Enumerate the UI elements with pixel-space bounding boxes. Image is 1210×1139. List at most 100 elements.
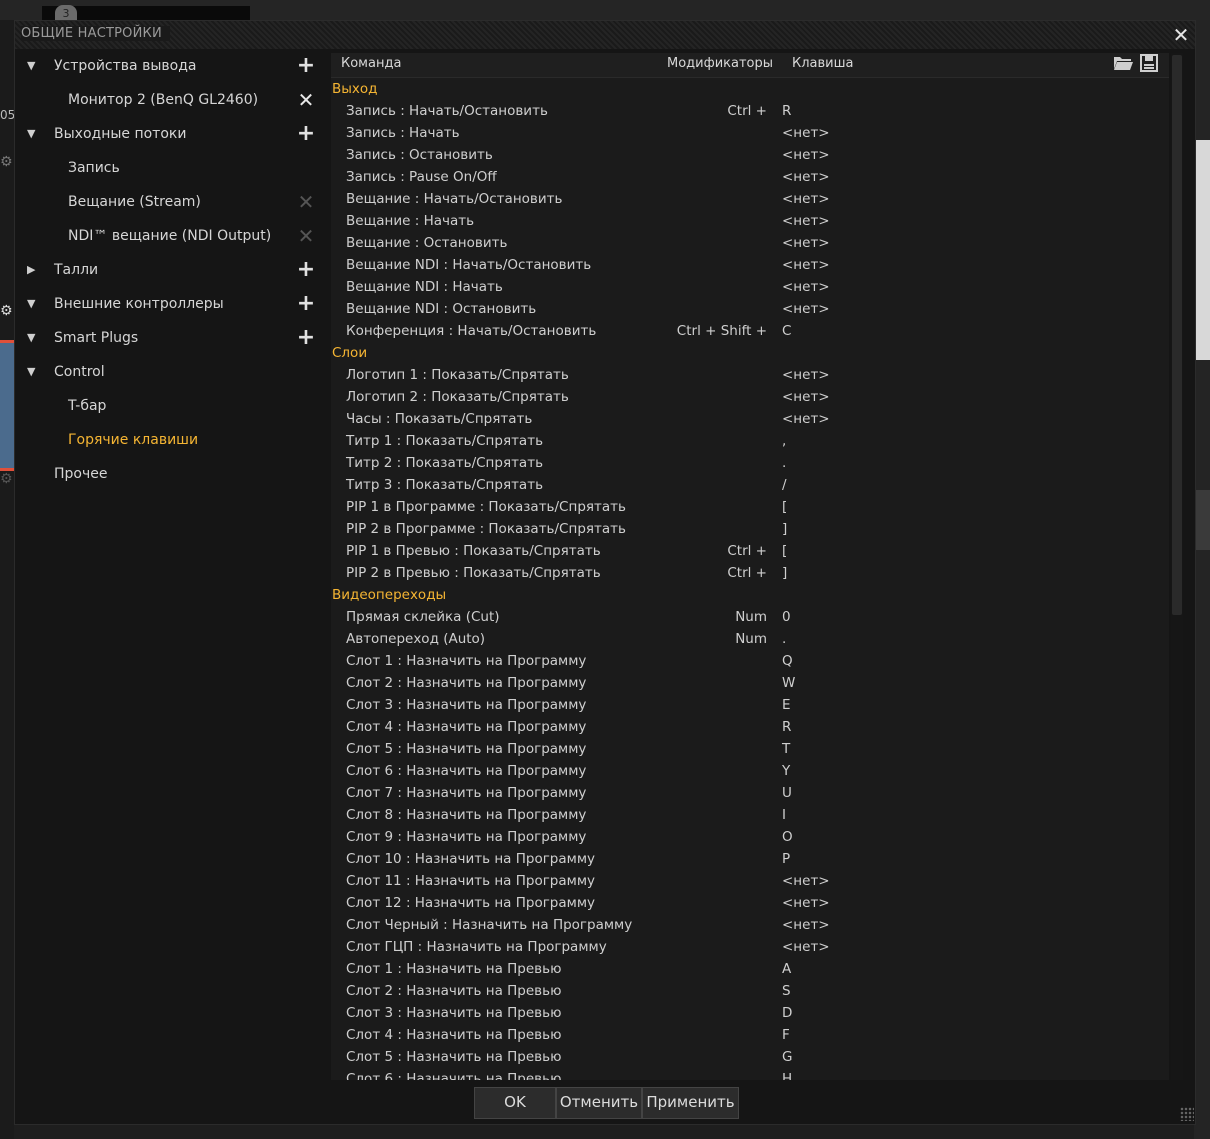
vertical-scrollbar[interactable] (1171, 53, 1183, 1080)
cancel-button[interactable]: Отменить (556, 1087, 642, 1119)
key-cell: <нет> (782, 235, 830, 251)
sidebar-item[interactable]: ▼ Устройства вывода + (15, 51, 331, 81)
table-row[interactable]: Слот 5 : Назначить на Превью G (331, 1046, 1169, 1068)
table-row[interactable]: Запись : Остановить <нет> (331, 144, 1169, 166)
sidebar-item[interactable]: Прочее (15, 459, 331, 489)
table-row[interactable]: PIP 1 в Превью : Показать/Спрятать Ctrl +… (331, 540, 1169, 562)
table-row[interactable]: Слот 3 : Назначить на Превью D (331, 1002, 1169, 1024)
table-row[interactable]: Вещание : Начать/Остановить <нет> (331, 188, 1169, 210)
table-row[interactable]: PIP 2 в Программе : Показать/Спрятать] (331, 518, 1169, 540)
header-command[interactable]: Команда (341, 56, 401, 71)
key-cell: R (782, 719, 792, 735)
sidebar-item-label: Устройства вывода (54, 58, 197, 74)
table-row[interactable]: Вещание : Начать <нет> (331, 210, 1169, 232)
key-cell: A (782, 961, 792, 977)
table-row[interactable]: Слот 10 : Назначить на Программу P (331, 848, 1169, 870)
table-row[interactable]: Титр 2 : Показать/Спрятать. (331, 452, 1169, 474)
table-row[interactable]: Слот 8 : Назначить на Программу I (331, 804, 1169, 826)
ok-button[interactable]: OK (474, 1087, 556, 1119)
plus-icon[interactable]: + (295, 55, 317, 77)
table-row[interactable]: Слот 2 : Назначить на Превью S (331, 980, 1169, 1002)
table-row[interactable]: Слот 1 : Назначить на Программу Q (331, 650, 1169, 672)
sidebar-item[interactable]: ▼ Control (15, 357, 331, 387)
command-cell: PIP 1 в Превью : Показать/Спрятать (346, 543, 601, 559)
sidebar-item[interactable]: ▼ Выходные потоки + (15, 119, 331, 149)
scrollbar-thumb[interactable] (1172, 55, 1182, 615)
table-row[interactable]: Логотип 1 : Показать/Спрятать <нет> (331, 364, 1169, 386)
table-row[interactable]: Вещание NDI : Начать/Остановить <нет> (331, 254, 1169, 276)
table-row[interactable]: Часы : Показать/Спрятать <нет> (331, 408, 1169, 430)
table-row[interactable]: Запись : Pause On/Off <нет> (331, 166, 1169, 188)
table-row[interactable]: Слот ГЦП : Назначить на Программу <нет> (331, 936, 1169, 958)
caret-down-icon[interactable]: ▼ (27, 289, 35, 319)
caret-right-icon[interactable]: ▶ (27, 255, 35, 285)
plus-icon[interactable]: + (295, 293, 317, 315)
table-row[interactable]: Вещание NDI : Начать <нет> (331, 276, 1169, 298)
key-cell: [ (782, 499, 788, 515)
sidebar-item[interactable]: NDI™ вещание (NDI Output) ✕ (15, 221, 331, 251)
table-row[interactable]: Слот 11 : Назначить на Программу <нет> (331, 870, 1169, 892)
table-row[interactable]: Слот 3 : Назначить на Программу E (331, 694, 1169, 716)
plus-icon[interactable]: + (295, 123, 317, 145)
sidebar-item[interactable]: Вещание (Stream) ✕ (15, 187, 331, 217)
table-row[interactable]: Титр 3 : Показать/Спрятать / (331, 474, 1169, 496)
background-image (1194, 140, 1210, 360)
table-row[interactable]: Слот 1 : Назначить на Превью A (331, 958, 1169, 980)
sidebar-item[interactable]: ▼ Внешние контроллеры + (15, 289, 331, 319)
table-row[interactable]: Слот 6 : Назначить на Превью H (331, 1068, 1169, 1080)
table-row[interactable]: Вещание : Остановить <нет> (331, 232, 1169, 254)
resize-grip-icon[interactable] (1180, 1107, 1194, 1121)
dialog-titlebar[interactable]: ОБЩИЕ НАСТРОЙКИ ✕ (15, 21, 1195, 49)
table-row[interactable]: Слот Черный : Назначить на Программу <нет… (331, 914, 1169, 936)
table-section-header[interactable]: Выход (331, 78, 1169, 100)
caret-down-icon[interactable]: ▼ (27, 51, 35, 81)
table-row[interactable]: Конференция : Начать/Остановить Ctrl + Sh… (331, 320, 1169, 342)
table-row[interactable]: Запись : Начать/Остановить Ctrl + R (331, 100, 1169, 122)
header-key[interactable]: Клавиша (792, 56, 853, 71)
sidebar-item[interactable]: Монитор 2 (BenQ GL2460) ✕ (15, 85, 331, 115)
header-modifiers[interactable]: Модификаторы (667, 56, 773, 71)
apply-button[interactable]: Применить (642, 1087, 739, 1119)
table-section-header[interactable]: Слои (331, 342, 1169, 364)
modifier-cell: Ctrl + (727, 103, 767, 119)
command-cell: Слот 11 : Назначить на Программу (346, 873, 596, 889)
folder-open-icon[interactable] (1112, 54, 1134, 76)
remove-icon[interactable]: ✕ (295, 225, 317, 247)
table-row[interactable]: Слот 4 : Назначить на Превью F (331, 1024, 1169, 1046)
table-row[interactable]: Слот 7 : Назначить на Программу U (331, 782, 1169, 804)
sidebar-item[interactable]: ▼ Smart Plugs + (15, 323, 331, 353)
caret-down-icon[interactable]: ▼ (27, 357, 35, 387)
key-cell: <нет> (782, 213, 830, 229)
table-row[interactable]: Слот 4 : Назначить на Программу R (331, 716, 1169, 738)
table-row[interactable]: Запись : Начать <нет> (331, 122, 1169, 144)
table-row[interactable]: Титр 1 : Показать/Спрятать, (331, 430, 1169, 452)
key-cell: <нет> (782, 257, 830, 273)
table-row[interactable]: Слот 9 : Назначить на Программу O (331, 826, 1169, 848)
remove-icon[interactable]: ✕ (295, 89, 317, 111)
table-row[interactable]: Прямая склейка (Cut) Num 0 (331, 606, 1169, 628)
sidebar-item[interactable]: T-бар (15, 391, 331, 421)
table-row[interactable]: Автопереход (Auto) Num. (331, 628, 1169, 650)
save-icon[interactable] (1140, 54, 1158, 76)
plus-icon[interactable]: + (295, 327, 317, 349)
table-row[interactable]: Слот 12 : Назначить на Программу <нет> (331, 892, 1169, 914)
table-row[interactable]: Слот 5 : Назначить на Программу T (331, 738, 1169, 760)
command-cell: Автопереход (Auto) (346, 631, 486, 647)
table-row[interactable]: PIP 2 в Превью : Показать/Спрятать Ctrl +… (331, 562, 1169, 584)
table-row[interactable]: Слот 6 : Назначить на Программу Y (331, 760, 1169, 782)
sidebar-item[interactable]: ▶ Талли + (15, 255, 331, 285)
caret-down-icon[interactable]: ▼ (27, 119, 35, 149)
table-row[interactable]: Слот 2 : Назначить на Программу W (331, 672, 1169, 694)
caret-down-icon[interactable]: ▼ (27, 323, 35, 353)
command-cell: PIP 2 в Программе : Показать/Спрятать (346, 521, 626, 537)
table-section-header[interactable]: Видеопереходы (331, 584, 1169, 606)
remove-icon[interactable]: ✕ (295, 191, 317, 213)
table-row[interactable]: PIP 1 в Программе : Показать/Спрятать [ (331, 496, 1169, 518)
table-row[interactable]: Логотип 2 : Показать/Спрятать <нет> (331, 386, 1169, 408)
sidebar-item[interactable]: Горячие клавиши (15, 425, 331, 455)
plus-icon[interactable]: + (295, 259, 317, 281)
table-row[interactable]: Вещание NDI : Остановить <нет> (331, 298, 1169, 320)
close-icon[interactable]: ✕ (1169, 23, 1193, 47)
sidebar-item[interactable]: Запись (15, 153, 331, 183)
command-cell: Слот Черный : Назначить на Программу (346, 917, 633, 933)
